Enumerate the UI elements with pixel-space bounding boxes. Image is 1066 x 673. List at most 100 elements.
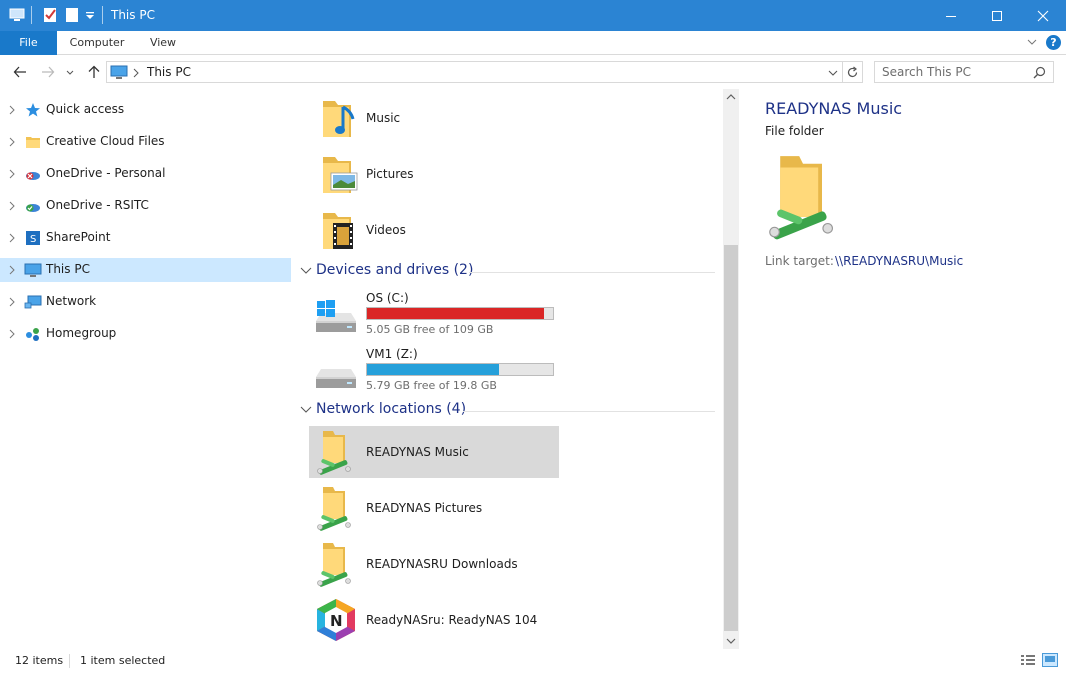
status-bar: 12 items 1 item selected: [0, 649, 1066, 673]
drive-item-c[interactable]: OS (C:) 5.05 GB free of 109 GB: [313, 287, 573, 339]
group-header-devices[interactable]: Devices and drives (2): [293, 261, 715, 283]
sidebar-item-network[interactable]: Network: [0, 290, 291, 314]
details-pane: READYNAS Music File folder Link target: …: [740, 89, 1066, 647]
readynas-device-icon: N: [317, 599, 355, 641]
expand-chevron-icon[interactable]: [8, 104, 16, 116]
sidebar-item-label: Quick access: [46, 102, 125, 116]
onedrive-icon: [26, 172, 40, 180]
sidebar-item-quick-access[interactable]: Quick access: [0, 98, 291, 122]
network-item-readynas-music[interactable]: READYNAS Music: [313, 427, 559, 477]
address-bar[interactable]: This PC: [106, 61, 863, 83]
recent-locations-button[interactable]: [64, 63, 76, 81]
pictures-folder-icon: [323, 157, 358, 193]
network-icon: [24, 295, 42, 309]
up-arrow-icon: [88, 65, 100, 78]
folder-item-music[interactable]: Music: [313, 95, 573, 143]
tab-file[interactable]: File: [0, 31, 57, 55]
scroll-up-icon[interactable]: [726, 92, 736, 102]
collapse-chevron-icon[interactable]: [300, 405, 312, 415]
maximize-button[interactable]: [974, 0, 1020, 31]
refresh-icon[interactable]: [846, 66, 859, 79]
videos-folder-icon: [323, 213, 353, 249]
expand-chevron-icon[interactable]: [8, 328, 16, 340]
network-item-readynas-pictures[interactable]: READYNAS Pictures: [313, 483, 559, 533]
network-folder-icon: [769, 156, 834, 240]
network-folder-icon: [317, 431, 351, 475]
tab-view[interactable]: View: [137, 31, 189, 55]
sidebar-item-label: OneDrive - RSITC: [46, 198, 149, 212]
customize-toolbar-icon[interactable]: [84, 6, 96, 24]
forward-arrow-icon: [42, 66, 55, 78]
search-icon[interactable]: [1033, 66, 1046, 79]
breadcrumb-separator-icon[interactable]: [132, 68, 140, 78]
title-bar: This PC: [0, 0, 1066, 31]
large-icons-view-icon[interactable]: [1042, 653, 1058, 667]
link-target-label: Link target:: [765, 254, 834, 268]
chevron-down-icon: [66, 70, 74, 75]
up-button[interactable]: [85, 63, 103, 81]
expand-chevron-icon[interactable]: [8, 168, 16, 180]
item-label: Videos: [366, 223, 406, 237]
sidebar-item-sharepoint[interactable]: S SharePoint: [0, 226, 291, 250]
item-label: READYNAS Pictures: [366, 501, 483, 515]
svg-text:S: S: [30, 234, 36, 245]
sidebar-item-onedrive-rsitc[interactable]: OneDrive - RSITC: [0, 194, 291, 218]
details-title: READYNAS Music: [765, 99, 903, 118]
back-button[interactable]: [11, 63, 29, 81]
drive-usage-bar: [366, 307, 554, 320]
breadcrumb-this-pc[interactable]: This PC: [147, 65, 191, 79]
item-label: READYNASRU Downloads: [366, 557, 518, 571]
drive-item-z[interactable]: VM1 (Z:) 5.79 GB free of 19.8 GB: [313, 343, 573, 395]
minimize-button[interactable]: [928, 0, 974, 31]
new-folder-icon[interactable]: [64, 6, 80, 24]
sidebar-item-label: SharePoint: [46, 230, 111, 244]
expand-chevron-icon[interactable]: [8, 232, 16, 244]
homegroup-icon: [26, 328, 39, 341]
sidebar-item-label: This PC: [46, 262, 90, 276]
help-icon[interactable]: ?: [1046, 35, 1061, 50]
drive-free-space: 5.05 GB free of 109 GB: [366, 323, 494, 336]
back-arrow-icon: [13, 66, 26, 78]
search-input[interactable]: Search This PC: [874, 61, 1054, 83]
scrollbar-thumb[interactable]: [724, 245, 738, 631]
link-target-value[interactable]: \\READYNASRU\Music: [835, 254, 963, 268]
forward-button[interactable]: [39, 63, 57, 81]
sidebar-item-homegroup[interactable]: Homegroup: [0, 322, 291, 346]
expand-chevron-icon[interactable]: [8, 200, 16, 212]
computer-icon: [24, 263, 42, 277]
expand-chevron-icon[interactable]: [8, 296, 16, 308]
sidebar-item-label: Homegroup: [46, 326, 117, 340]
address-history-dropdown-icon[interactable]: [827, 67, 839, 79]
collapse-chevron-icon[interactable]: [300, 266, 312, 276]
folder-item-pictures[interactable]: Pictures: [313, 151, 573, 199]
scroll-down-icon[interactable]: [726, 636, 736, 646]
group-header-network[interactable]: Network locations (4): [293, 400, 715, 422]
music-folder-icon: [323, 101, 355, 137]
network-folder-icon: [317, 543, 351, 587]
expand-chevron-icon[interactable]: [8, 136, 16, 148]
sidebar-item-label: OneDrive - Personal: [46, 166, 166, 180]
drive-icon: [316, 369, 356, 388]
drive-free-space: 5.79 GB free of 19.8 GB: [366, 379, 497, 392]
selection-count: 1 item selected: [80, 654, 166, 667]
content-scrollbar[interactable]: [723, 89, 739, 649]
network-item-readynasru-downloads[interactable]: READYNASRU Downloads: [313, 539, 559, 589]
expand-chevron-icon[interactable]: [8, 264, 16, 276]
onedrive-icon: [26, 204, 40, 212]
windows-drive-icon: [316, 300, 356, 332]
details-view-icon[interactable]: [1020, 653, 1036, 667]
expand-ribbon-icon[interactable]: [1026, 36, 1038, 48]
sidebar-item-this-pc[interactable]: This PC: [0, 258, 291, 282]
properties-icon[interactable]: [42, 6, 58, 24]
sidebar-item-creative-cloud[interactable]: Creative Cloud Files: [0, 130, 291, 154]
sidebar-item-onedrive-personal[interactable]: OneDrive - Personal: [0, 162, 291, 186]
network-item-readynas-104[interactable]: N ReadyNASru: ReadyNAS 104: [313, 595, 559, 645]
drive-usage-fill: [367, 364, 499, 375]
navigation-pane: Quick access Creative Cloud Files OneDri…: [0, 89, 292, 647]
folder-item-videos[interactable]: Videos: [313, 207, 573, 255]
drive-label: VM1 (Z:): [366, 347, 418, 361]
close-button[interactable]: [1020, 0, 1066, 31]
tab-computer[interactable]: Computer: [57, 31, 137, 55]
computer-icon[interactable]: [9, 6, 25, 24]
svg-text:N: N: [330, 612, 343, 630]
